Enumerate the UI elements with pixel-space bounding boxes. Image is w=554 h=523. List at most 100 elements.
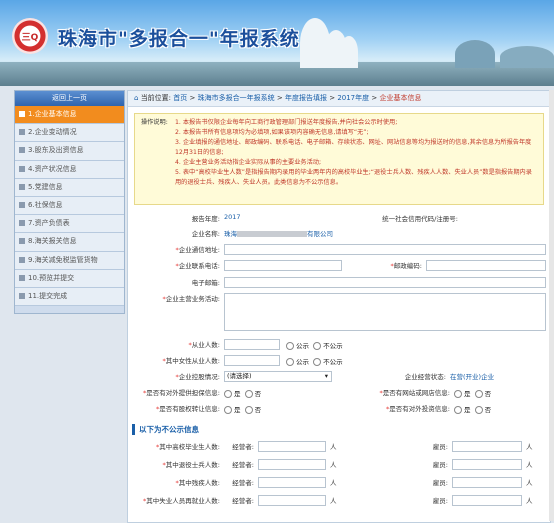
phone-label: 企业联系电话: — [178, 262, 220, 270]
breadcrumb-sep: > — [329, 94, 336, 102]
sidebar-item[interactable]: 9.海关减免税监管货物 — [15, 251, 124, 270]
breadcrumb-current: 企业基本信息 — [379, 94, 422, 102]
yes-label: 是 — [234, 390, 241, 398]
sidebar-item[interactable]: 8.海关报关信息 — [15, 233, 124, 252]
breadcrumb-home[interactable]: 首页 — [173, 94, 187, 102]
logo-text: 三Q — [21, 33, 39, 43]
sidebar-item-label: 4.资产状况信息 — [28, 164, 77, 173]
radio-public[interactable] — [286, 342, 294, 350]
nonpublic-row: *其中残疾人数: 经营者: 人雇员: 人 — [175, 477, 533, 488]
radio-yes[interactable] — [454, 406, 462, 414]
menu-square-icon — [19, 274, 25, 281]
breadcrumb-annual-report[interactable]: 年度报告填报 — [285, 94, 327, 102]
chevron-down-icon: ▾ — [324, 372, 328, 380]
female-label: 其中女性从业人数: — [165, 357, 220, 365]
radio-no[interactable] — [474, 406, 483, 414]
sidebar-item[interactable]: 2.企业变动情况 — [15, 124, 124, 143]
radio-yes[interactable] — [224, 406, 232, 414]
manager-input[interactable] — [258, 441, 326, 452]
company-name-prefix: 珠海 — [224, 230, 237, 238]
company-name-label: 企业名称: — [191, 230, 220, 238]
manager-input[interactable] — [258, 459, 326, 470]
instruction-line: 5. 表中“高校毕业生人数”是指报告期内录用的毕业两年内的高校毕业生;“退役士兵… — [175, 169, 532, 186]
unit-label: 人 — [526, 461, 533, 469]
sidebar-item[interactable]: 5.党建信息 — [15, 178, 124, 197]
nonpublic-row-label: 其中失业人员再就业人数: — [146, 497, 220, 505]
sidebar-item[interactable]: 11.提交完成 — [15, 287, 124, 307]
control-select[interactable]: (请选择) ▾ — [224, 371, 332, 382]
sidebar-item[interactable]: 10.预览并提交 — [15, 269, 124, 288]
staff-input[interactable] — [452, 477, 522, 488]
yes-label: 是 — [234, 406, 241, 414]
female-input[interactable] — [224, 355, 280, 366]
nonpublic-row: *其中失业人员再就业人数: 经营者: 人雇员: 人 — [143, 495, 533, 506]
postcode-label: 邮政编码: — [393, 262, 422, 270]
main-panel: ⌂ 当前位置: 首页 > 珠海市多报合一年报系统 > 年度报告填报 > 2017… — [127, 90, 551, 523]
instruction-line: 1. 本报告书仅限企业每年向工商行政管理部门报送年度报告,并向社会公示时使用; — [175, 119, 398, 126]
radio-no[interactable] — [244, 406, 253, 414]
back-button[interactable]: 返回上一页 — [15, 91, 124, 106]
radio-no[interactable] — [474, 390, 483, 398]
unit-label: 人 — [330, 461, 337, 469]
sidebar-item-label: 9.海关减免税监管货物 — [28, 255, 98, 264]
phone-input[interactable] — [224, 260, 342, 271]
email-label: 电子邮箱: — [191, 279, 220, 287]
radio-nonpublic[interactable] — [313, 358, 322, 366]
manager-label: 经营者: — [232, 461, 254, 469]
home-icon: ⌂ — [134, 94, 139, 102]
nonpublic-row: *其中退役士兵人数: 经营者: 人雇员: 人 — [162, 459, 533, 470]
equity-label: 是否有股权转让信息: — [159, 405, 220, 413]
menu-square-icon — [19, 183, 25, 190]
manager-input[interactable] — [258, 495, 326, 506]
instructions-title: 操作说明: — [141, 119, 168, 126]
radio-nonpublic[interactable] — [313, 342, 322, 350]
scrollbar[interactable] — [549, 90, 554, 521]
sidebar-item[interactable]: 3.股东及出资信息 — [15, 142, 124, 161]
sidebar-item[interactable]: 6.社保信息 — [15, 196, 124, 216]
unit-label: 人 — [330, 443, 337, 451]
report-year-label: 报告年度: — [191, 215, 220, 223]
menu-square-icon — [19, 111, 25, 117]
employees-input[interactable] — [224, 339, 280, 350]
business-label: 企业主营业务活动: — [165, 295, 220, 303]
breadcrumb-year[interactable]: 2017年度 — [337, 94, 369, 102]
sidebar-item[interactable]: 7.资产负债表 — [15, 215, 124, 234]
employees-visibility: 公示 不公示 — [286, 340, 343, 350]
company-name-value: 珠海 有限公司 — [224, 228, 333, 238]
staff-input[interactable] — [452, 459, 522, 470]
website-radios: 是 否 — [454, 388, 491, 398]
menu-square-icon — [19, 165, 25, 172]
sidebar-item[interactable]: 4.资产状况信息 — [15, 160, 124, 179]
staff-input[interactable] — [452, 495, 522, 506]
breadcrumb-system[interactable]: 珠海市多报合一年报系统 — [198, 94, 275, 102]
radio-yes[interactable] — [224, 390, 232, 398]
website-label: 是否有网站或网店信息: — [382, 389, 450, 397]
yes-label: 是 — [464, 390, 471, 398]
menu-square-icon — [19, 220, 25, 227]
employees-label: 从业人数: — [191, 341, 220, 349]
manager-input[interactable] — [258, 477, 326, 488]
business-textarea[interactable] — [224, 293, 546, 331]
female-visibility: 公示 不公示 — [286, 356, 343, 366]
nonpublic-row-label: 其中退役士兵人数: — [165, 461, 220, 469]
sidebar-item[interactable]: 1.企业基本信息 — [15, 106, 124, 125]
address-input[interactable] — [224, 244, 546, 255]
manager-label: 经营者: — [232, 443, 254, 451]
instruction-line: 4. 企业主营业务活动指企业实际从事的主要业务活动; — [175, 159, 322, 166]
postcode-input[interactable] — [426, 260, 546, 271]
control-row: *企业控股情况: (请选择) ▾ 企业经营状态: 在营(开业)企业 — [175, 371, 495, 382]
address-row: *企业通信地址: — [128, 244, 550, 256]
radio-public[interactable] — [286, 358, 294, 366]
radio-yes[interactable] — [454, 390, 462, 398]
menu-square-icon — [19, 129, 25, 136]
sidebar-item-label: 2.企业变动情况 — [28, 128, 77, 137]
staff-input[interactable] — [452, 441, 522, 452]
staff-label: 雇员: — [432, 443, 448, 451]
menu-square-icon — [19, 238, 25, 245]
menu-square-icon — [19, 147, 25, 154]
radio-no[interactable] — [244, 390, 253, 398]
instruction-line: 2. 本报告书所有信息项均为必填项,如果该项内容确无信息,请填写“无”; — [175, 129, 369, 136]
sidebar-item-label: 11.提交完成 — [28, 291, 68, 300]
equity-radios: 是 否 — [224, 404, 261, 414]
email-input[interactable] — [224, 277, 546, 288]
